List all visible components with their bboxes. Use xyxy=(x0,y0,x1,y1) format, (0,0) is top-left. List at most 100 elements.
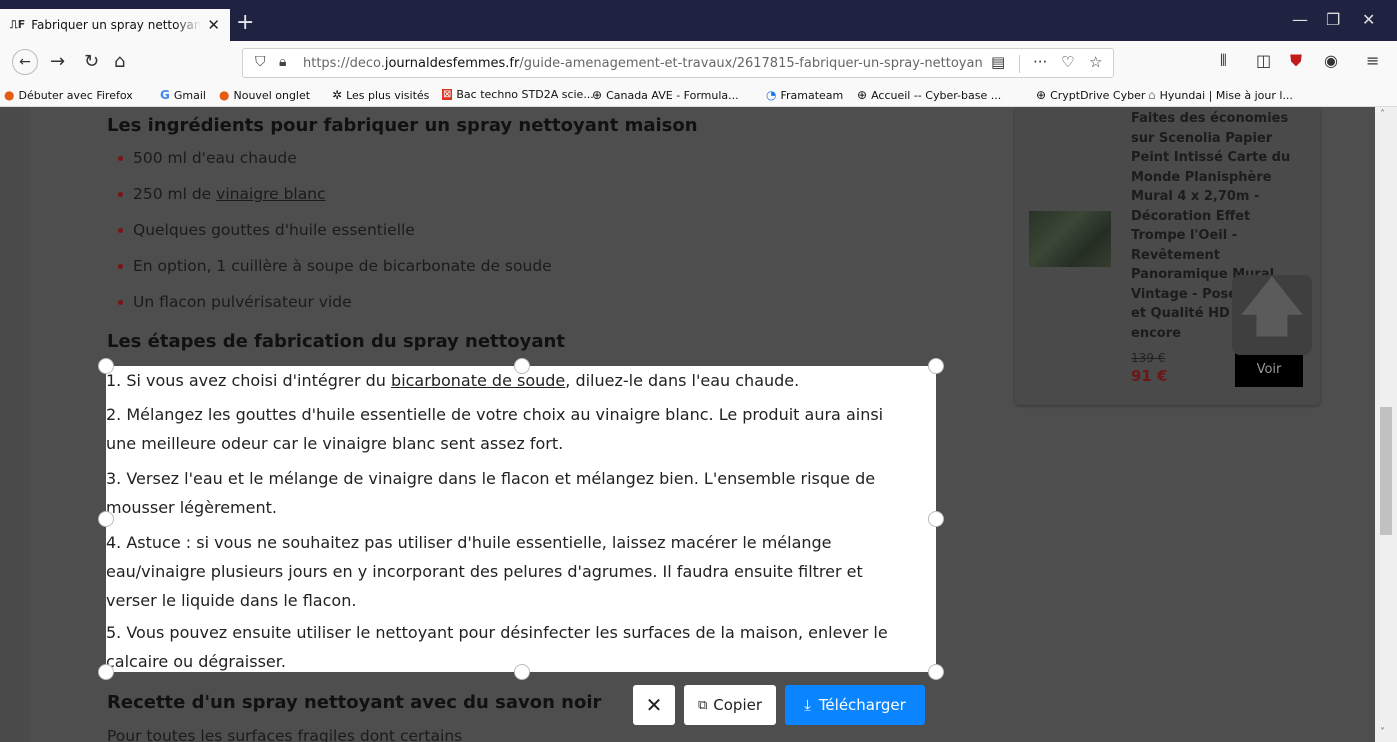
globe-icon: ⊕ xyxy=(857,88,868,102)
sidebar-icon[interactable]: ◫ xyxy=(1256,51,1271,70)
bookmark-label: Canada AVE - Formula... xyxy=(606,88,739,102)
bookmark-label: Nouvel onglet xyxy=(233,88,311,102)
home-icon[interactable]: ⌂ xyxy=(114,51,125,72)
url-path: /guide-amenagement-et-travaux/2617815-fa… xyxy=(519,56,983,71)
selection-handle-bottom-left[interactable] xyxy=(98,664,114,680)
shield-icon[interactable]: ⛉ xyxy=(255,54,266,70)
scroll-down-icon[interactable]: ˅ xyxy=(1380,727,1385,738)
url-prefix: https://deco. xyxy=(303,56,385,71)
back-arrow-icon[interactable]: ← xyxy=(12,49,38,75)
restore-button[interactable]: ❐ xyxy=(1326,10,1340,29)
ad-product-image[interactable] xyxy=(1029,211,1111,267)
bookmark-item[interactable]: ⊕ Accueil -- Cyber-base ... xyxy=(857,88,1001,102)
vertical-scrollbar[interactable]: ˄ ˅ xyxy=(1375,107,1397,742)
bookmark-label: Les plus visités xyxy=(346,88,430,102)
bookmarks-toolbar: ● Débuter avec Firefox G Gmail ● Nouvel ong… xyxy=(0,85,1397,107)
section-heading: Recette d'un spray nettoyant avec du sav… xyxy=(107,692,602,713)
copy-label: Copier xyxy=(713,696,763,714)
navigation-toolbar: ← → ↻ ⌂ ⛉ 🔒︎ https://deco.journaldesfemm… xyxy=(0,41,1397,85)
bookmark-star-icon[interactable]: ☆ xyxy=(1089,53,1102,71)
selection-handle-right[interactable] xyxy=(928,511,944,527)
bookmark-label: Débuter avec Firefox xyxy=(18,88,133,102)
copy-icon: ⧉ xyxy=(697,697,708,713)
reader-view-icon[interactable]: ▤ xyxy=(991,53,1005,71)
download-icon: ⤓ xyxy=(804,696,811,714)
car-icon: ⌂ xyxy=(1148,88,1156,102)
url-text[interactable]: https://deco.journaldesfemmes.fr/guide-a… xyxy=(303,56,983,71)
selection-handle-bottom[interactable] xyxy=(514,664,530,680)
bookmark-item[interactable]: ● Débuter avec Firefox xyxy=(4,88,133,102)
extension-icon[interactable]: ◉ xyxy=(1324,51,1338,70)
bullet xyxy=(118,264,123,269)
globe-icon: ⊕ xyxy=(1036,88,1047,102)
scroll-to-top-arrow-icon[interactable]: 🡅 xyxy=(1232,270,1312,355)
bookmark-item[interactable]: ⊕ CryptDrive Cyber xyxy=(1036,88,1145,102)
bookmark-item[interactable]: G Gmail xyxy=(160,88,206,102)
ublock-extension-icon[interactable]: ⛊ xyxy=(1290,51,1302,71)
bookmark-label: Hyundai | Mise à jour l... xyxy=(1159,88,1293,102)
minimize-button[interactable]: — xyxy=(1292,10,1308,29)
forward-arrow-icon[interactable]: → xyxy=(50,51,65,72)
lock-icon[interactable]: 🔒︎ xyxy=(279,54,286,70)
list-item: Un flacon pulvérisateur vide xyxy=(118,293,352,311)
menu-hamburger-icon[interactable]: ≡ xyxy=(1366,51,1379,70)
bookmark-item[interactable]: ◔ Framateam xyxy=(766,88,843,102)
tab-title: Fabriquer un spray nettoyant m xyxy=(31,18,202,32)
selection-handle-top[interactable] xyxy=(514,358,530,374)
scrollbar-thumb[interactable] xyxy=(1380,407,1392,535)
google-icon: G xyxy=(160,88,170,102)
firefox-icon: ● xyxy=(4,88,15,102)
pocket-icon[interactable]: ♡ xyxy=(1061,53,1074,71)
cancel-close-button[interactable]: ✕ xyxy=(633,685,675,725)
section-heading: Les étapes de fabrication du spray netto… xyxy=(107,331,565,352)
bookmark-item[interactable]: ⊕ Canada AVE - Formula... xyxy=(592,88,739,102)
link-vinaigre-blanc[interactable]: vinaigre blanc xyxy=(216,185,325,203)
tab-active[interactable]: ⎍F Fabriquer un spray nettoyant m ✕ xyxy=(0,9,230,41)
library-icon[interactable]: ⫴ xyxy=(1220,51,1227,71)
copy-button[interactable]: ⧉ Copier xyxy=(684,685,776,725)
paragraph: Pour toutes les surfaces fragiles dont c… xyxy=(107,727,463,742)
bookmark-item[interactable]: ✲ Les plus visités xyxy=(332,88,429,102)
link-bicarbonate[interactable]: bicarbonate de soude xyxy=(391,371,565,390)
list-item: En option, 1 cuillère à soupe de bicarbo… xyxy=(118,257,552,275)
bullet xyxy=(118,156,123,161)
selection-handle-left[interactable] xyxy=(98,511,114,527)
bookmark-label: Bac techno STD2A scie... xyxy=(456,88,594,101)
new-tab-button[interactable]: + xyxy=(236,12,254,34)
bookmark-item[interactable]: ● Nouvel onglet xyxy=(219,88,310,102)
selection-handle-top-right[interactable] xyxy=(928,358,944,374)
bookmark-item[interactable]: ⌂ Hyundai | Mise à jour l... xyxy=(1148,88,1293,102)
site-favicon-icon: ⎍F xyxy=(10,18,26,31)
bullet xyxy=(118,192,123,197)
bookmark-label: Gmail xyxy=(173,88,206,102)
section-heading: Les ingrédients pour fabriquer un spray … xyxy=(107,115,698,136)
screenshot-selection[interactable]: 1. Si vous avez choisi d'intégrer du bic… xyxy=(106,366,936,672)
list-item: 500 ml d'eau chaude xyxy=(118,149,297,167)
reload-icon[interactable]: ↻ xyxy=(84,51,99,72)
framateam-icon: ◔ xyxy=(766,88,777,102)
selection-handle-top-left[interactable] xyxy=(98,358,114,374)
tab-close-icon[interactable]: ✕ xyxy=(207,16,220,34)
globe-icon: ⊕ xyxy=(592,88,603,102)
page-actions-icon[interactable]: ··· xyxy=(1033,53,1047,71)
download-button[interactable]: ⤓ Télécharger xyxy=(785,685,925,725)
tab-bar: ⎍F Fabriquer un spray nettoyant m ✕ + — … xyxy=(0,0,1397,41)
bookmark-label: Framateam xyxy=(780,88,844,102)
firefox-icon: ● xyxy=(219,88,230,102)
window-close-button[interactable]: ✕ xyxy=(1362,10,1375,29)
bookmark-item[interactable]: ⊠ Bac techno STD2A scie... xyxy=(442,88,594,101)
ad-old-price: 139 € xyxy=(1131,351,1166,365)
url-separator xyxy=(1019,55,1020,73)
selection-handle-bottom-right[interactable] xyxy=(928,664,944,680)
step-2: 2. Mélangez les gouttes d'huile essentie… xyxy=(106,405,884,453)
step-4: 4. Astuce : si vous ne souhaitez pas uti… xyxy=(106,533,863,610)
url-bar[interactable]: ⛉ 🔒︎ https://deco.journaldesfemmes.fr/gu… xyxy=(242,48,1114,78)
url-domain: journaldesfemmes.fr xyxy=(384,56,520,71)
bullet xyxy=(118,228,123,233)
bookmark-label: Accueil -- Cyber-base ... xyxy=(871,88,1002,102)
step-3: 3. Versez l'eau et le mélange de vinaigr… xyxy=(106,469,876,517)
list-item: 250 ml de vinaigre blanc xyxy=(118,185,326,203)
bullet xyxy=(118,300,123,305)
scroll-up-icon[interactable]: ˄ xyxy=(1380,109,1385,120)
list-item: Quelques gouttes d'huile essentielle xyxy=(118,221,415,239)
